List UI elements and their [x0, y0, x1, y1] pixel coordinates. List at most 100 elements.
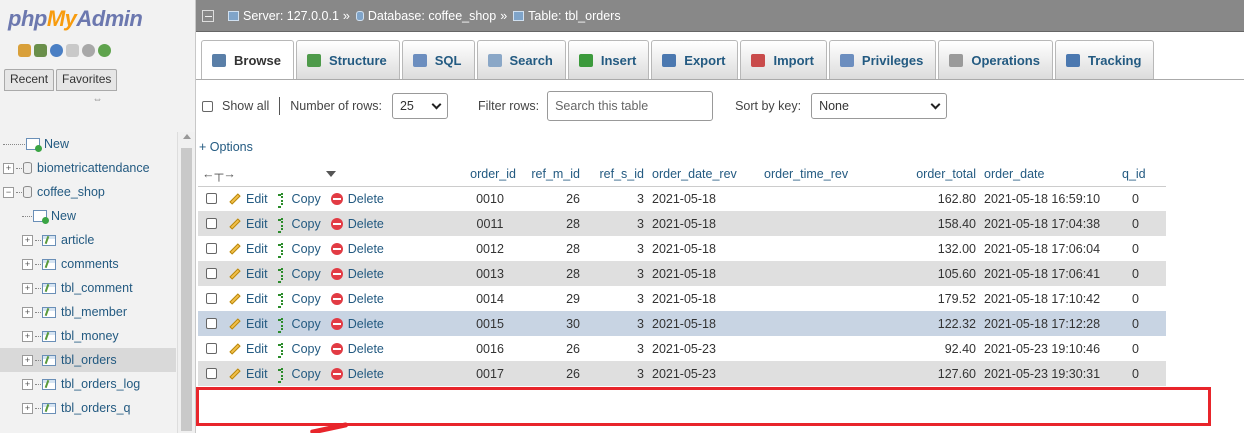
column-header-order_total[interactable]: order_total	[884, 163, 980, 187]
show-all-checkbox[interactable]	[202, 100, 213, 112]
copy-link[interactable]: Copy	[277, 317, 321, 333]
column-header-order_id[interactable]: order_id	[460, 163, 520, 187]
table-row[interactable]: Edit Copy Delete 0017 26 3 2021-05-23 127.60 202…	[198, 361, 1166, 386]
tree-node[interactable]: + comments	[0, 252, 176, 276]
row-checkbox[interactable]	[206, 218, 217, 229]
delete-link[interactable]: Delete	[330, 292, 384, 306]
link-icon[interactable]: ⇔	[0, 91, 195, 115]
nav-scrollbar[interactable]	[177, 132, 195, 433]
cell-order_date_rev[interactable]: 2021-05-18	[648, 311, 760, 336]
tree-node-label[interactable]: tbl_comment	[61, 281, 133, 295]
cell-order_date_rev[interactable]: 2021-05-18	[648, 261, 760, 286]
edit-link[interactable]: Edit	[229, 342, 268, 356]
cell-order_date[interactable]: 2021-05-18 17:12:28	[980, 311, 1118, 336]
cell-q_id[interactable]: 0	[1118, 211, 1166, 236]
tab-insert[interactable]: Insert	[567, 40, 650, 79]
sort-arrow-icon[interactable]	[325, 171, 336, 178]
cell-order_date[interactable]: 2021-05-18 16:59:10	[980, 186, 1118, 211]
cell-ref_s_id[interactable]: 3	[584, 286, 648, 311]
table-row[interactable]: Edit Copy Delete 0013 28 3 2021-05-18 105.60 202…	[198, 261, 1166, 286]
phpmyadmin-logo[interactable]: phpMyAdmin	[0, 0, 195, 50]
copy-link[interactable]: Copy	[277, 342, 321, 358]
delete-link[interactable]: Delete	[330, 317, 384, 331]
number-of-rows-select[interactable]: 25	[391, 93, 448, 119]
tab-structure[interactable]: Structure	[295, 40, 400, 79]
cell-order_id[interactable]: 0017	[460, 361, 520, 386]
cell-order_time_rev[interactable]	[760, 236, 884, 261]
edit-link[interactable]: Edit	[229, 192, 268, 206]
home-icon[interactable]	[18, 44, 31, 57]
copy-link[interactable]: Copy	[277, 192, 321, 208]
cell-order_date[interactable]: 2021-05-23 19:10:46	[980, 336, 1118, 361]
tree-node-label[interactable]: article	[61, 233, 94, 247]
copy-link[interactable]: Copy	[277, 367, 321, 383]
tree-node[interactable]: + tbl_money	[0, 324, 176, 348]
table-row[interactable]: Edit Copy Delete 0016 26 3 2021-05-23 92.40 2021…	[198, 336, 1166, 361]
cell-ref_m_id[interactable]: 26	[520, 336, 584, 361]
expand-icon[interactable]: +	[22, 402, 33, 414]
column-arrows-header[interactable]: ←┬→	[198, 163, 460, 187]
cell-ref_s_id[interactable]: 3	[584, 236, 648, 261]
cell-q_id[interactable]: 0	[1118, 261, 1166, 286]
expand-icon[interactable]: +	[22, 354, 33, 366]
copy-link[interactable]: Copy	[277, 267, 321, 283]
cell-ref_s_id[interactable]: 3	[584, 211, 648, 236]
tree-node[interactable]: + tbl_orders	[0, 348, 176, 372]
cell-order_date_rev[interactable]: 2021-05-18	[648, 286, 760, 311]
tree-node[interactable]: + article	[0, 228, 176, 252]
collapse-nav-icon[interactable]	[202, 9, 214, 22]
cell-order_date[interactable]: 2021-05-23 19:30:31	[980, 361, 1118, 386]
scroll-up-arrow-icon[interactable]	[183, 134, 191, 139]
cell-order_time_rev[interactable]	[760, 336, 884, 361]
cell-q_id[interactable]: 0	[1118, 336, 1166, 361]
cell-order_time_rev[interactable]	[760, 311, 884, 336]
tree-node-label[interactable]: tbl_orders_q	[61, 401, 131, 415]
tree-node[interactable]: + tbl_orders_q	[0, 396, 176, 420]
cell-q_id[interactable]: 0	[1118, 186, 1166, 211]
cell-ref_s_id[interactable]: 3	[584, 186, 648, 211]
cell-order_date[interactable]: 2021-05-18 17:06:41	[980, 261, 1118, 286]
cell-ref_s_id[interactable]: 3	[584, 311, 648, 336]
cell-order_id[interactable]: 0016	[460, 336, 520, 361]
expand-icon[interactable]: +	[3, 162, 14, 174]
cell-order_time_rev[interactable]	[760, 186, 884, 211]
tab-operations[interactable]: Operations	[938, 40, 1053, 79]
docs-icon[interactable]	[66, 44, 79, 57]
expand-icon[interactable]: +	[22, 234, 33, 246]
table-row[interactable]: Edit Copy Delete 0015 30 3 2021-05-18 122.32 202…	[198, 311, 1166, 336]
tab-sql[interactable]: SQL	[401, 40, 475, 79]
tab-tracking[interactable]: Tracking	[1054, 40, 1155, 79]
recent-tab[interactable]: Recent	[4, 69, 55, 91]
tree-node-label[interactable]: comments	[61, 257, 119, 271]
table-row[interactable]: Edit Copy Delete 0014 29 3 2021-05-18 179.52 202…	[198, 286, 1166, 311]
cell-order_date_rev[interactable]: 2021-05-18	[648, 186, 760, 211]
filter-rows-input[interactable]: Search this table	[547, 91, 714, 121]
tab-export[interactable]: Export	[651, 40, 739, 79]
cell-order_total[interactable]: 105.60	[884, 261, 980, 286]
expand-icon[interactable]: +	[22, 258, 33, 270]
tree-node-label[interactable]: tbl_money	[61, 329, 119, 343]
cell-q_id[interactable]: 0	[1118, 361, 1166, 386]
row-checkbox[interactable]	[206, 368, 217, 379]
cell-order_date_rev[interactable]: 2021-05-18	[648, 211, 760, 236]
cell-order_time_rev[interactable]	[760, 211, 884, 236]
cell-q_id[interactable]: 0	[1118, 236, 1166, 261]
cell-order_total[interactable]: 132.00	[884, 236, 980, 261]
cell-order_id[interactable]: 0012	[460, 236, 520, 261]
tree-node[interactable]: New	[0, 204, 176, 228]
tree-node-label[interactable]: coffee_shop	[37, 185, 105, 199]
cell-order_date_rev[interactable]: 2021-05-18	[648, 236, 760, 261]
table-row[interactable]: Edit Copy Delete 0010 26 3 2021-05-18 162.80 202…	[198, 186, 1166, 211]
row-checkbox[interactable]	[206, 343, 217, 354]
sort-by-key-select[interactable]: None	[811, 93, 948, 119]
expand-icon[interactable]: +	[22, 282, 33, 294]
copy-link[interactable]: Copy	[277, 242, 321, 258]
column-header-order_time_rev[interactable]: order_time_rev	[760, 163, 884, 187]
row-checkbox[interactable]	[206, 243, 217, 254]
cell-ref_m_id[interactable]: 30	[520, 311, 584, 336]
cell-order_total[interactable]: 127.60	[884, 361, 980, 386]
tree-node-label[interactable]: tbl_orders	[61, 353, 117, 367]
tab-browse[interactable]: Browse	[201, 40, 294, 79]
column-header-order_date_rev[interactable]: order_date_rev	[648, 163, 760, 187]
table-row[interactable]: Edit Copy Delete 0011 28 3 2021-05-18 158.40 202…	[198, 211, 1166, 236]
